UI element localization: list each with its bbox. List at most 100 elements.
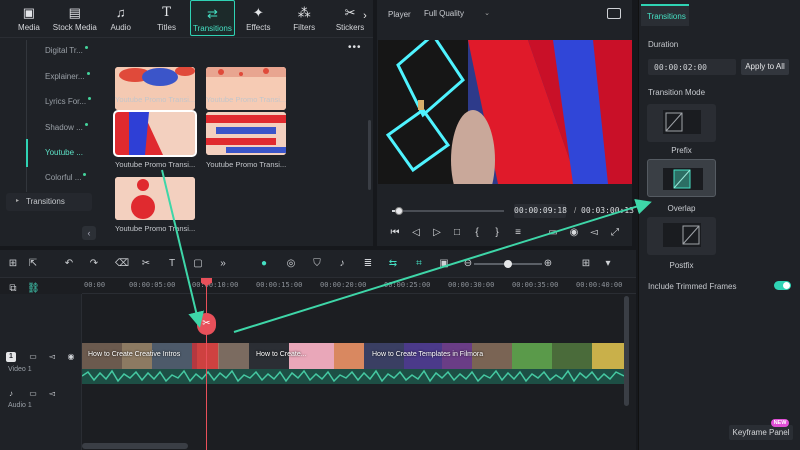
tab-transitions[interactable]: ⇄ Transitions xyxy=(189,0,236,36)
snap-icon[interactable]: ⌗ xyxy=(413,258,425,270)
scrub-handle[interactable] xyxy=(395,207,403,215)
tab-filters[interactable]: ⁂ Filters xyxy=(281,0,327,36)
sidebar-item-digital[interactable]: Digital Tr... xyxy=(45,46,88,55)
stock-media-icon: ▤ xyxy=(68,5,81,20)
folder-icon[interactable]: ▭ xyxy=(28,389,38,399)
transition-thumb-selected[interactable] xyxy=(113,110,197,157)
cut-icon[interactable]: ✂ xyxy=(140,258,152,270)
zoom-in-icon[interactable]: ⊕ xyxy=(542,258,554,270)
duration-field[interactable]: 00:00:02:00 xyxy=(648,59,736,75)
sidebar-item-youtube[interactable]: Youtube ... xyxy=(45,148,83,157)
step-back-icon[interactable]: ◁ xyxy=(410,227,422,239)
tab-titles[interactable]: T Titles xyxy=(144,0,190,36)
transition-thumb[interactable] xyxy=(206,112,286,155)
eye-icon[interactable]: ◉ xyxy=(66,352,76,362)
filters-icon: ⁂ xyxy=(297,5,311,20)
marker-icon[interactable]: ≡ xyxy=(512,227,524,239)
clip-frame xyxy=(512,343,552,369)
tick-label: 00:00:20:00 xyxy=(320,281,367,289)
apply-to-all-button[interactable]: Apply to All xyxy=(741,59,789,75)
postfix-icon xyxy=(663,223,701,247)
tab-media[interactable]: ▣ Media xyxy=(6,0,52,36)
mark-out-icon[interactable]: } xyxy=(491,227,503,239)
thumb-label: Youtube Promo Transi... xyxy=(115,95,196,104)
shield-icon[interactable]: ⛉ xyxy=(311,258,323,270)
mode-prefix-label: Prefix xyxy=(671,146,692,155)
delete-icon[interactable]: ⌫ xyxy=(115,258,129,270)
effects-icon: ✦ xyxy=(252,5,264,20)
chevron-down-icon[interactable]: ▾ xyxy=(602,258,614,270)
folder-icon[interactable]: ▭ xyxy=(28,352,38,362)
sidebar-item-colorful[interactable]: Colorful ... xyxy=(45,173,87,182)
scrub-track[interactable] xyxy=(392,210,504,212)
snapshot-camera-icon[interactable]: ◉ xyxy=(568,227,580,239)
undo-icon[interactable]: ↶ xyxy=(63,258,75,270)
collapse-sidebar-button[interactable]: ‹ xyxy=(82,226,96,240)
sidebar-item-lyrics[interactable]: Lyrics For... xyxy=(45,97,92,106)
snapshot-icon[interactable] xyxy=(607,8,621,19)
new-badge: NEW xyxy=(771,419,789,427)
mode-overlap-option[interactable] xyxy=(647,159,716,197)
audio-mix-icon[interactable]: ≣ xyxy=(362,258,374,270)
quality-dropdown[interactable]: Full Quality ⌄ xyxy=(420,6,494,21)
audio-track-label: Audio 1 xyxy=(8,402,32,409)
thumb-label: Youtube Promo Transi... xyxy=(206,160,287,169)
display-icon[interactable]: ▭ xyxy=(547,227,559,239)
time-separator: / xyxy=(574,206,577,215)
transition-marker[interactable] xyxy=(192,343,218,369)
mark-in-icon[interactable]: { xyxy=(471,227,483,239)
playhead-line[interactable] xyxy=(206,278,207,450)
keyframe-panel-button[interactable]: Keyframe Panel xyxy=(729,425,793,440)
speaker-icon[interactable]: ◅ xyxy=(47,352,57,362)
zoom-slider-handle[interactable] xyxy=(504,260,512,268)
timeline-horizontal-scrollbar[interactable] xyxy=(82,443,188,449)
transition-thumb[interactable] xyxy=(115,177,195,220)
select-tool-icon[interactable]: ⇱ xyxy=(27,258,39,270)
text-icon[interactable]: T xyxy=(166,258,178,270)
caret-right-icon: ▸ xyxy=(16,198,20,204)
speaker-icon[interactable]: ◅ xyxy=(47,389,57,399)
view-grid-icon[interactable]: ⊞ xyxy=(580,258,592,270)
record-icon[interactable]: ● xyxy=(258,258,270,270)
tick-label: 00:00 xyxy=(84,281,106,289)
more-options-icon[interactable]: ••• xyxy=(348,42,362,53)
tab-transitions-props[interactable]: Transitions xyxy=(641,4,689,26)
tab-stock-media[interactable]: ▤ Stock Media xyxy=(52,0,98,36)
toggle-knob xyxy=(783,282,790,289)
prev-frame-icon[interactable]: ⏮ xyxy=(389,227,401,239)
chevron-right-icon[interactable]: › xyxy=(358,10,372,24)
stop-icon[interactable]: □ xyxy=(451,227,463,239)
pip-icon[interactable]: ▣ xyxy=(438,258,450,270)
include-trimmed-label: Include Trimmed Frames xyxy=(648,282,737,291)
preview-frame xyxy=(378,40,632,184)
sidebar-item-explainer[interactable]: Explainer... xyxy=(45,72,90,81)
new-dot xyxy=(83,173,87,176)
split-scissors-icon[interactable]: ✂ xyxy=(197,313,216,335)
library-scrollbar[interactable] xyxy=(368,120,371,190)
mode-postfix-option[interactable] xyxy=(647,217,716,255)
render-icon[interactable]: ◎ xyxy=(285,258,297,270)
new-dot xyxy=(84,123,88,126)
category-sidebar xyxy=(0,39,100,246)
redo-icon[interactable]: ↷ xyxy=(88,258,100,270)
clip-frame xyxy=(334,343,364,369)
play-icon[interactable]: ▷ xyxy=(431,227,443,239)
zoom-out-icon[interactable]: ⊖ xyxy=(462,258,474,270)
sidebar-item-shadow[interactable]: Shadow ... xyxy=(45,123,88,132)
auto-ripple-icon[interactable]: ⇆ xyxy=(387,258,399,270)
volume-icon[interactable]: ◅ xyxy=(588,227,600,239)
fullscreen-icon[interactable]: ⤢ xyxy=(609,227,621,239)
more-tools-icon[interactable]: » xyxy=(217,258,229,270)
mic-icon[interactable]: ♪ xyxy=(336,258,348,270)
timeline-vertical-scrollbar[interactable] xyxy=(624,296,629,406)
tick-label: 00:00:30:00 xyxy=(448,281,495,289)
mode-prefix-option[interactable] xyxy=(647,104,716,142)
active-indicator xyxy=(26,139,28,167)
tab-effects[interactable]: ✦ Effects xyxy=(235,0,281,36)
audio-waveform[interactable] xyxy=(82,369,624,384)
sidebar-root-transitions[interactable]: ▸ Transitions xyxy=(6,193,92,211)
layout-grid-icon[interactable]: ⊞ xyxy=(7,258,19,270)
tab-audio[interactable]: ♫ Audio xyxy=(98,0,144,36)
crop-icon[interactable]: ▢ xyxy=(192,258,204,270)
video-clip-strip[interactable]: How to Create Creative Intros How to Cre… xyxy=(82,343,624,369)
